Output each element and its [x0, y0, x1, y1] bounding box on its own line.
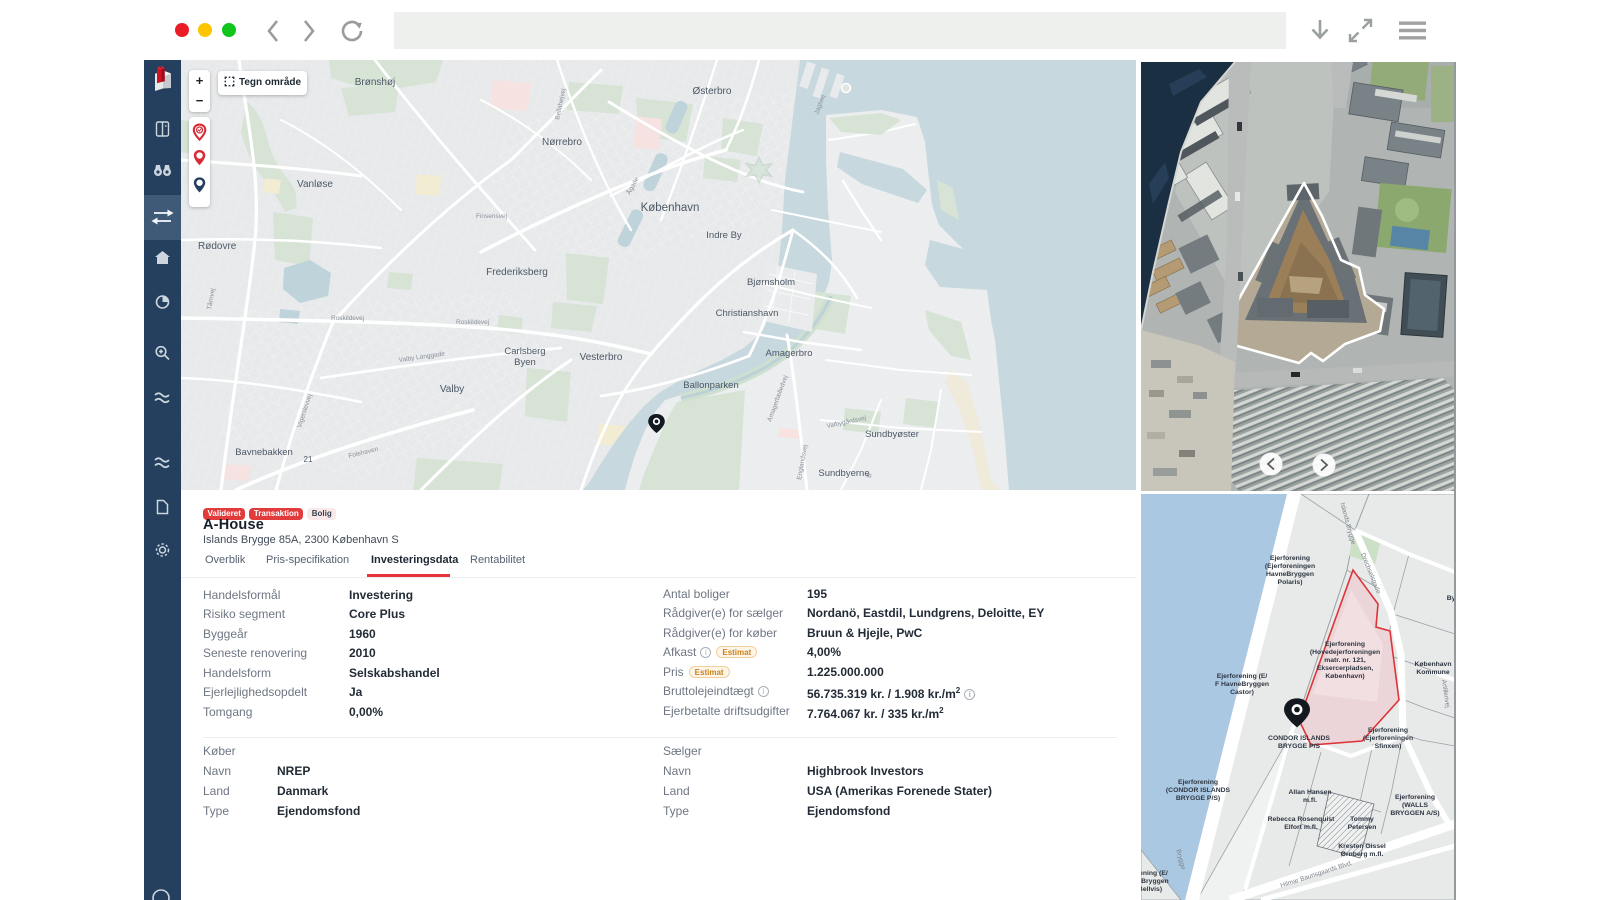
svg-text:Bjørnsholm: Bjørnsholm: [747, 277, 795, 288]
svg-text:(Ejerforeningen: (Ejerforeningen: [1363, 735, 1413, 742]
svg-text:Roskildevej: Roskildevej: [456, 319, 489, 326]
svg-text:(Hovedejerforeningen: (Hovedejerforeningen: [1310, 649, 1380, 656]
svg-text:Sundbyerne: Sundbyerne: [818, 468, 869, 479]
svg-text:Ejerforening: Ejerforening: [1325, 641, 1365, 648]
svg-text:Valby: Valby: [440, 384, 464, 395]
svg-text:21: 21: [304, 455, 313, 464]
svg-text:Ejerforening: Ejerforening: [1395, 794, 1435, 801]
svg-text:København: København: [641, 202, 700, 214]
svg-text:Castor): Castor): [1230, 689, 1254, 696]
svg-text:m.fl.: m.fl.: [1303, 797, 1317, 804]
svg-text:Vanløse: Vanløse: [297, 179, 333, 190]
svg-text:meBryggen: meBryggen: [1141, 878, 1169, 885]
svg-text:Carlsberg: Carlsberg: [504, 346, 545, 357]
svg-text:Petersen: Petersen: [1348, 824, 1377, 831]
svg-text:Elfort m.fl.: Elfort m.fl.: [1284, 824, 1318, 831]
svg-text:Amagerbro: Amagerbro: [766, 348, 813, 359]
svg-text:HavneBryggen: HavneBryggen: [1266, 571, 1314, 578]
svg-text:BRYGGE P/S): BRYGGE P/S): [1176, 795, 1220, 802]
svg-text:CONDOR ISLANDS: CONDOR ISLANDS: [1268, 735, 1330, 742]
svg-text:København): København): [1325, 673, 1364, 680]
svg-text:Sfinxen): Sfinxen): [1375, 743, 1402, 750]
svg-text:Tommy: Tommy: [1350, 816, 1374, 823]
svg-text:Ejerforening: Ejerforening: [1270, 555, 1310, 562]
svg-text:Rødovre: Rødovre: [198, 241, 237, 252]
svg-text:Polaris): Polaris): [1278, 579, 1303, 586]
svg-text:Ejerforening: Ejerforening: [1368, 727, 1408, 734]
svg-text:Frederiksberg: Frederiksberg: [486, 267, 548, 278]
svg-text:Bavnebakken: Bavnebakken: [235, 447, 293, 458]
svg-text:Ejerforening: Ejerforening: [1178, 779, 1218, 786]
svg-text:matr. nr. 121,: matr. nr. 121,: [1324, 657, 1366, 664]
svg-text:Kresten Gissel: Kresten Gissel: [1338, 843, 1386, 850]
svg-text:(WALLS: (WALLS: [1402, 802, 1429, 809]
svg-text:Roskildevej: Roskildevej: [331, 315, 364, 322]
svg-text:orening (E/: orening (E/: [1141, 870, 1168, 877]
svg-text:Eksercerpladsen,: Eksercerpladsen,: [1317, 665, 1373, 672]
svg-text:Kommune: Kommune: [1416, 669, 1449, 676]
svg-text:Indre By: Indre By: [706, 230, 742, 241]
svg-text:F HavneBryggen: F HavneBryggen: [1215, 681, 1269, 688]
svg-text:Nørrebro: Nørrebro: [542, 137, 582, 148]
svg-text:Finsensvej: Finsensvej: [476, 213, 507, 220]
svg-text:Allan Hansen: Allan Hansen: [1288, 789, 1331, 796]
svg-text:Christianshavn: Christianshavn: [716, 308, 779, 319]
svg-text:Rebecca Rosenquist: Rebecca Rosenquist: [1268, 816, 1336, 823]
svg-text:Byen: Byen: [514, 357, 536, 368]
svg-text:Vesterbro: Vesterbro: [580, 352, 623, 363]
svg-text:(Ejerforeningen: (Ejerforeningen: [1265, 563, 1315, 570]
svg-text:BRYGGE P/S: BRYGGE P/S: [1278, 743, 1321, 750]
svg-text:Bellvis): Bellvis): [1141, 886, 1162, 893]
svg-text:Østerbro: Østerbro: [693, 86, 732, 97]
svg-text:Brønshøj: Brønshøj: [355, 77, 396, 88]
svg-text:(CONDOR ISLANDS: (CONDOR ISLANDS: [1166, 787, 1231, 794]
svg-text:København: København: [1414, 661, 1451, 668]
svg-text:Ørnberg m.fl.: Ørnberg m.fl.: [1341, 851, 1384, 858]
svg-text:BRYGGEN A/S): BRYGGEN A/S): [1390, 810, 1439, 817]
svg-text:Ejerforening (E/: Ejerforening (E/: [1217, 673, 1268, 680]
svg-text:Sundbyøster: Sundbyøster: [865, 429, 919, 440]
svg-text:Ballonparken: Ballonparken: [683, 380, 738, 391]
